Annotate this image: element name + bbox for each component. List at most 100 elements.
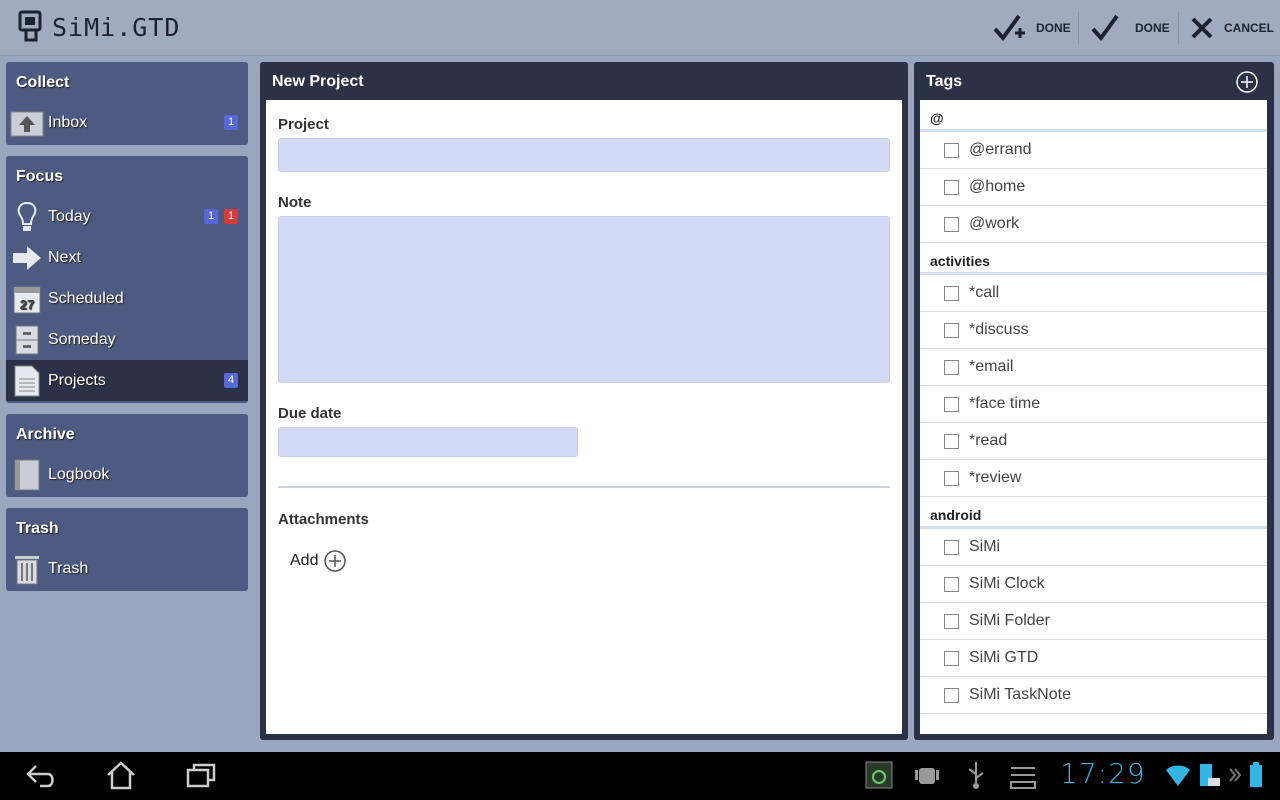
add-label: Add [290,552,319,569]
due-date-field[interactable] [278,427,578,457]
sidebar-item-label: Scheduled [48,289,124,307]
sidebar-item-today[interactable]: Today 1 1 [6,196,248,237]
tag-label: *read [969,432,1008,449]
done-label: DONE [1135,21,1170,35]
tag-label: @home [969,178,1026,195]
tag-row[interactable]: @home [920,169,1267,206]
tag-row[interactable]: @work [920,206,1267,243]
home-icon[interactable] [104,760,138,790]
tag-checkbox[interactable] [944,576,959,592]
section-title: Collect [16,74,70,91]
tag-checkbox[interactable] [944,142,959,158]
tag-row[interactable]: *call [920,275,1267,312]
tag-row[interactable]: @errand [920,132,1267,169]
usb-icon[interactable] [964,760,988,790]
attachments-label: Attachments [278,511,369,528]
cabinet-icon [6,319,48,360]
sidebar-item-someday[interactable]: Someday [6,319,248,360]
calendar-day: 27 [20,297,34,312]
tag-label: SiMi [969,538,1001,555]
tag-label: SiMi Clock [969,575,1045,592]
tag-label: *email [969,358,1014,375]
tag-label: *discuss [969,321,1029,338]
tags-panel: Tags @ @errand @home @work activities *call *d… [914,62,1274,740]
sidebar-item-projects[interactable]: Projects 4 [6,360,248,401]
tag-checkbox[interactable] [944,539,959,555]
sidebar-item-scheduled[interactable]: 27 Scheduled [6,278,248,319]
project-input[interactable] [278,138,890,172]
tag-checkbox[interactable] [944,687,959,703]
panel-title: New Project [272,73,364,90]
app-notification-icon[interactable] [864,760,894,790]
sidebar-item-label: Logbook [48,465,110,483]
sidebar-item-next[interactable]: Next [6,237,248,278]
tag-checkbox[interactable] [944,179,959,195]
app-logo: SiMi.GTD [18,10,180,44]
tag-checkbox[interactable] [944,359,959,375]
tag-checkbox[interactable] [944,216,959,232]
tag-label: SiMi GTD [969,649,1039,666]
tag-group-header: activities [920,243,1267,275]
tag-label: SiMi TaskNote [969,686,1071,703]
focus-panel: Focus Today 1 1 Next 27 Scheduled Someda… [6,156,248,403]
tag-checkbox[interactable] [944,433,959,449]
keyboard-battery-icon [1200,764,1220,786]
chevron-right-icon[interactable] [1228,760,1242,790]
new-project-panel: New Project Project Note Due date Attach… [260,62,908,740]
tag-row[interactable]: SiMi Clock [920,566,1267,603]
clock: 17:29 [1060,757,1146,790]
trash-panel: Trash Trash [6,508,248,591]
section-title: Focus [16,168,64,185]
tag-row[interactable]: SiMi [920,529,1267,566]
tag-row[interactable]: SiMi Folder [920,603,1267,640]
tag-label: *call [969,284,1000,301]
cancel-label: CANCEL [1224,21,1274,35]
due-date-label: Due date [278,405,342,422]
add-attachment-button[interactable]: Add [290,550,347,572]
plus-circle-icon [324,550,347,572]
app-title: SiMi.GTD [52,12,181,42]
download-icon[interactable] [1008,760,1038,790]
note-input[interactable] [278,216,890,383]
section-title: Archive [16,426,75,443]
tag-label: @errand [969,141,1032,158]
count-badge: 4 [224,373,238,388]
recent-apps-icon[interactable] [184,760,218,790]
tag-checkbox[interactable] [944,396,959,412]
back-icon[interactable] [24,760,58,790]
tag-row[interactable]: *discuss [920,312,1267,349]
sidebar-item-logbook[interactable]: Logbook [6,454,248,495]
tag-row[interactable]: *email [920,349,1267,386]
tag-checkbox[interactable] [944,470,959,486]
tag-label: *face time [969,395,1041,412]
tag-group-header: android [920,497,1267,529]
tag-row[interactable]: *review [920,460,1267,497]
tag-row[interactable]: *face time [920,386,1267,423]
tag-row[interactable]: SiMi TaskNote [920,677,1267,714]
lightbulb-icon [6,196,48,237]
tag-checkbox[interactable] [944,322,959,338]
cancel-button[interactable]: CANCEL [1190,0,1274,56]
gtd-logo-icon [18,10,42,42]
tag-checkbox[interactable] [944,613,959,629]
tag-label: *review [969,469,1022,486]
tag-checkbox[interactable] [944,285,959,301]
collect-panel: Collect Inbox 1 [6,62,248,145]
inbox-icon [6,102,48,143]
add-tag-icon[interactable] [1236,71,1258,93]
calendar-icon: 27 [6,278,48,319]
wifi-icon [1166,765,1190,786]
done-plus-button[interactable]: DONE [992,0,1071,56]
android-debug-icon[interactable] [914,760,940,790]
arrow-right-icon [6,237,48,278]
tag-row[interactable]: SiMi GTD [920,640,1267,677]
tag-checkbox[interactable] [944,650,959,666]
overdue-badge: 1 [224,209,238,224]
done-button[interactable]: DONE [1090,0,1170,56]
count-badge: 1 [204,209,218,224]
sidebar-item-trash[interactable]: Trash [6,548,248,589]
tag-row[interactable]: *read [920,423,1267,460]
sidebar-item-inbox[interactable]: Inbox 1 [6,102,248,143]
note-label: Note [278,194,312,211]
trash-icon [6,548,48,589]
